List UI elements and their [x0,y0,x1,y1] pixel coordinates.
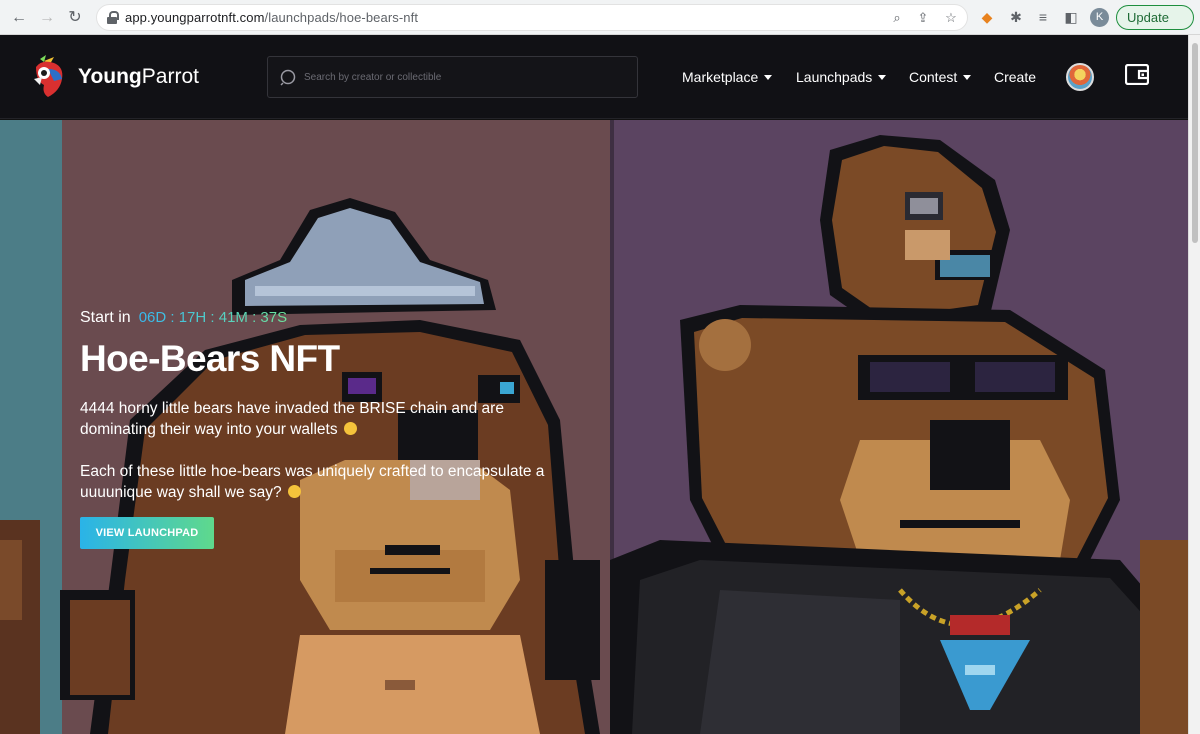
forward-icon[interactable]: → [37,8,57,28]
zoom-icon[interactable]: ⌕ [889,10,905,26]
side-panel-icon[interactable]: ◧ [1062,8,1080,26]
update-button[interactable]: Update [1116,5,1194,30]
view-launchpad-button[interactable]: VIEW LAUNCHPAD [80,517,214,549]
chevron-down-icon [963,75,972,80]
address-bar[interactable]: app.youngparrotnft.com/launchpads/hoe-be… [96,4,968,31]
countdown-timer: 06D : 17H : 41M : 37S [138,309,288,326]
reading-list-icon[interactable]: ≡ [1034,8,1052,26]
site-header: YoungParrot Marketplace Launchpads Conte… [0,35,1188,119]
share-icon[interactable]: ⇪ [915,10,931,26]
wallet-icon[interactable] [1125,64,1149,85]
lock-icon [107,11,119,24]
user-avatar[interactable] [1066,63,1094,91]
search-input[interactable] [304,66,624,88]
hero-banner: Start in 06D : 17H : 41M : 37S Hoe-Bears … [0,120,1188,734]
chevron-down-icon [764,75,773,80]
search-box [267,56,638,98]
emoji-icon [343,422,357,435]
scrollbar-thumb[interactable] [1192,43,1198,243]
browser-toolbar: ← → ↻ app.youngparrotnft.com/launchpads/… [0,0,1200,35]
chevron-down-icon [878,75,887,80]
url-text[interactable]: app.youngparrotnft.com/launchpads/hoe-be… [125,10,418,25]
description-paragraph-2: Each of these little hoe-bears was uniqu… [80,463,545,501]
start-countdown: Start in 06D : 17H : 41M : 37S [80,309,287,327]
collection-title: Hoe-Bears NFT [80,338,340,379]
nav-create[interactable]: Create [994,69,1036,85]
profile-avatar[interactable]: K [1090,8,1109,27]
extensions-puzzle-icon[interactable]: ✱ [1007,8,1025,26]
metamask-extension-icon[interactable]: ◆ [978,8,996,26]
parrot-logo-icon[interactable] [30,55,68,99]
emoji-icon [287,485,301,498]
back-icon[interactable]: ← [9,8,29,28]
start-label: Start in [80,309,131,326]
search-icon [280,69,296,86]
reload-icon[interactable]: ↻ [65,8,85,28]
page-scrollbar[interactable] [1188,35,1200,734]
nav-launchpads[interactable]: Launchpads [796,69,887,85]
brand-name[interactable]: YoungParrot [78,65,199,89]
nav-contest[interactable]: Contest [909,69,972,85]
nav-marketplace[interactable]: Marketplace [682,69,773,85]
description-paragraph-1: 4444 horny little bears have invaded the… [80,400,504,438]
bookmark-star-icon[interactable]: ☆ [943,10,959,26]
